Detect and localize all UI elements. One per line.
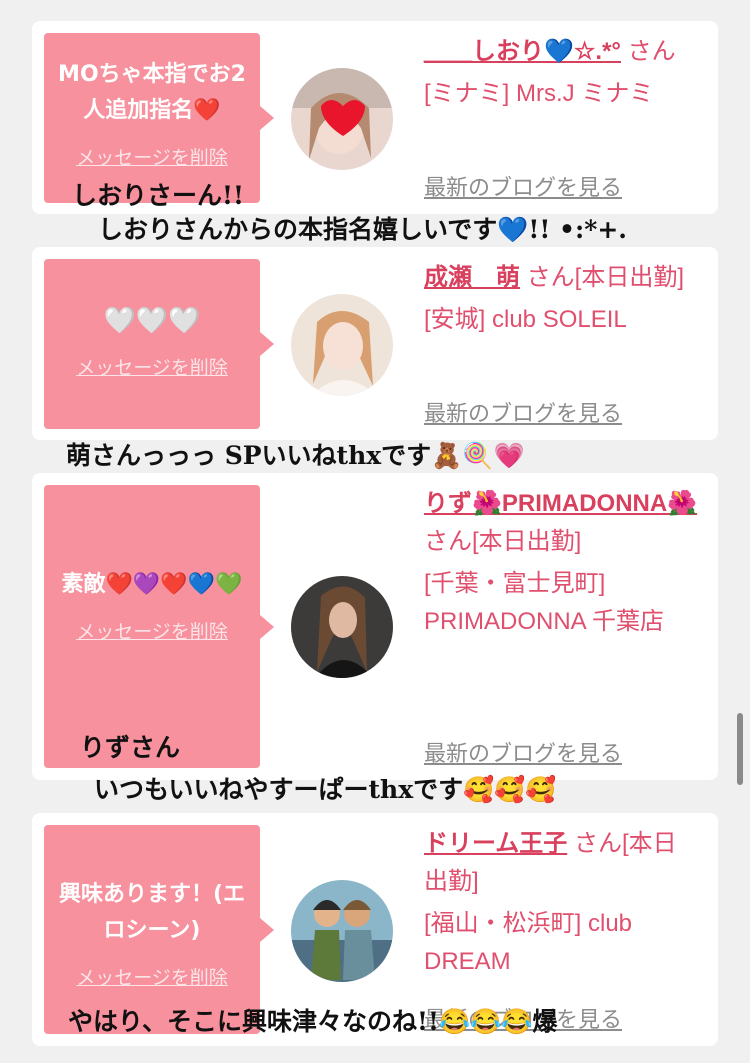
shop-label: [安城] club SOLEIL [424,306,627,333]
avatar[interactable] [291,576,393,678]
girl-info: ＿＿しおり💙☆.*° さん [ミナミ] Mrs.J ミナミ [424,33,700,113]
delete-message-link[interactable]: メッセージを削除 [54,143,250,170]
overlay-caption-3: 萌さんっっっ SPいいねthxです🧸🍭💗 [66,441,525,470]
overlay-caption-1: しおりさーん!! [72,181,244,210]
delete-message-link[interactable]: メッセージを削除 [54,353,250,380]
girl-name-link[interactable]: ドリーム王子 [424,830,567,857]
overlay-caption-2: しおりさんからの本指名嬉しいです💙!! •:*+. [98,215,627,244]
girl-name-link[interactable]: ＿＿しおり💙☆.*° [424,38,621,65]
message-text: 興味あります！(エロシーン) [58,882,246,943]
overlay-caption-5: いつもいいねやすーぱーthxです🥰🥰🥰 [94,775,557,804]
girl-name-link[interactable]: 成瀬 萌 [424,264,520,291]
latest-blog-link[interactable]: 最新のブログを見る [424,736,622,768]
overlay-caption-4: りずさん [80,733,181,762]
honorific: さん [621,38,676,65]
message-text: 🤍🤍🤍 [103,306,201,336]
delete-message-link[interactable]: メッセージを削除 [54,963,250,990]
girl-name-link[interactable]: りず🌺PRIMADONNA🌺 [424,490,697,517]
latest-blog-link[interactable]: 最新のブログを見る [424,396,622,428]
girl-info: ドリーム王子 さん[本日出勤] [福山・松浜町] club DREAM [424,825,700,981]
avatar[interactable] [291,880,393,982]
delete-message-link[interactable]: メッセージを削除 [54,617,250,644]
message-card-2: 🤍🤍🤍 メッセージを削除 成瀬 萌 さん[本日出勤] [安城] club SOL… [32,247,718,440]
honorific: さん[本日出勤] [424,528,582,555]
overlay-caption-6: やはり、そこに興味津々なのね!!😂😂😂爆 [68,1007,558,1036]
message-text: 素敵❤️💜❤️💙💚 [61,572,243,597]
message-text: MOちゃ本指でお2人追加指名❤️ [58,62,246,123]
avatar[interactable] [291,294,393,396]
girl-info: 成瀬 萌 さん[本日出勤] [安城] club SOLEIL [424,259,700,339]
shop-label: [福山・松浜町] club DREAM [424,910,633,975]
honorific: さん[本日出勤] [520,264,685,291]
message-bubble: 🤍🤍🤍 メッセージを削除 [44,259,274,429]
girl-info: りず🌺PRIMADONNA🌺 さん[本日出勤] [千葉・富士見町] PRIMAD… [424,485,700,641]
shop-label: [千葉・富士見町] PRIMADONNA 千葉店 [424,570,665,635]
scrollbar-thumb[interactable] [737,713,743,785]
avatar[interactable] [291,68,393,170]
shop-label: [ミナミ] Mrs.J ミナミ [424,80,654,107]
latest-blog-link[interactable]: 最新のブログを見る [424,170,622,202]
message-bubble: 素敵❤️💜❤️💙💚 メッセージを削除 [44,485,274,768]
